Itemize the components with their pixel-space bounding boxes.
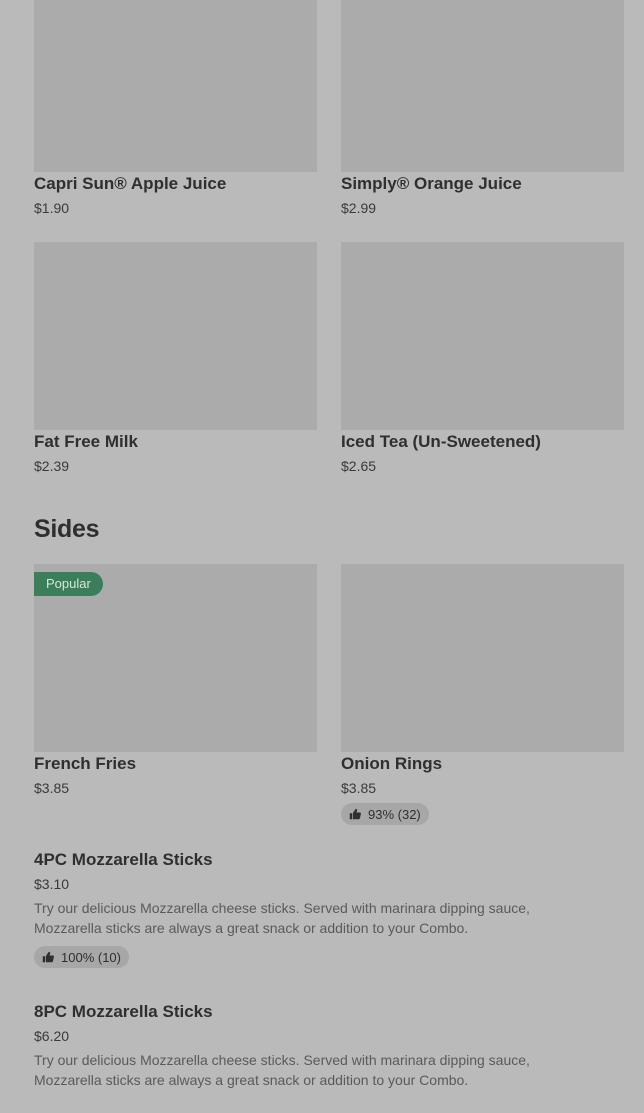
item-image xyxy=(34,0,317,172)
section-title-sides: Sides xyxy=(34,515,100,543)
thumbs-up-icon xyxy=(349,808,361,820)
item-description: Try our delicious Mozzarella cheese stic… xyxy=(34,900,530,936)
rating-badge: 93% (32) xyxy=(341,803,429,825)
rating-text: 100% (10) xyxy=(61,949,121,965)
item-image xyxy=(341,0,624,172)
item-price: $3.85 xyxy=(341,780,377,796)
item-image xyxy=(34,242,317,430)
item-price: $2.65 xyxy=(341,458,377,474)
item-price: $2.99 xyxy=(341,200,377,216)
item-name: French Fries xyxy=(34,754,137,773)
item-description: Try our delicious Mozzarella cheese stic… xyxy=(34,1052,530,1088)
item-price: $1.90 xyxy=(34,200,70,216)
menu-item-card[interactable]: Fat Free Milk $2.39 xyxy=(34,242,317,474)
rating-text: 93% (32) xyxy=(368,806,421,822)
item-price: $6.20 xyxy=(34,1028,70,1044)
item-name: Simply® Orange Juice xyxy=(341,174,522,193)
item-price: $2.39 xyxy=(34,458,70,474)
item-name: Capri Sun® Apple Juice xyxy=(34,174,227,193)
menu-item-card[interactable]: Onion Rings $3.85 93% (32) xyxy=(341,564,624,825)
item-price: $3.10 xyxy=(34,876,70,892)
item-name: 8PC Mozzarella Sticks xyxy=(34,1002,213,1021)
menu-item-card[interactable]: Popular French Fries $3.85 xyxy=(34,564,317,796)
menu-page: Capri Sun® Apple Juice $1.90 Simply® Ora… xyxy=(0,0,644,1113)
menu-item-card[interactable]: Simply® Orange Juice $2.99 xyxy=(341,0,624,216)
item-name: Iced Tea (Un-Sweetened) xyxy=(341,432,541,451)
item-image xyxy=(341,242,624,430)
item-name: Fat Free Milk xyxy=(34,432,138,451)
item-name: Onion Rings xyxy=(341,754,443,773)
item-image: Popular xyxy=(34,564,317,752)
list-item[interactable]: 4PC Mozzarella Sticks $3.10 Try our deli… xyxy=(34,850,594,972)
item-image xyxy=(341,564,624,752)
item-price: $3.85 xyxy=(34,780,70,796)
menu-item-card[interactable]: Iced Tea (Un-Sweetened) $2.65 xyxy=(341,242,624,474)
popular-badge: Popular xyxy=(34,572,103,596)
list-item[interactable]: 8PC Mozzarella Sticks $6.20 Try our deli… xyxy=(34,1002,594,1102)
item-name: 4PC Mozzarella Sticks xyxy=(34,850,213,869)
menu-item-card[interactable]: Capri Sun® Apple Juice $1.90 xyxy=(34,0,317,216)
thumbs-up-icon xyxy=(42,951,54,963)
rating-badge: 100% (10) xyxy=(34,946,129,968)
